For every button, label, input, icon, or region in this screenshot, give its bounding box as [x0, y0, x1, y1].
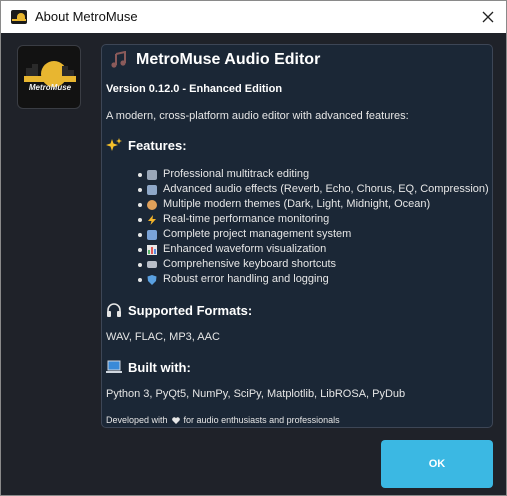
- sparkles-icon: [106, 138, 122, 151]
- features-list: Professional multitrack editing Advanced…: [138, 167, 489, 287]
- formats-text: WAV, FLAC, MP3, AAC: [106, 331, 220, 343]
- app-name: MetroMuse Audio Editor: [136, 51, 321, 68]
- laptop-icon: [106, 360, 122, 373]
- music-note-icon: [111, 51, 126, 68]
- list-item: Robust error handling and logging: [138, 272, 489, 287]
- window-title: About MetroMuse: [35, 9, 138, 24]
- ok-button[interactable]: OK: [381, 440, 493, 488]
- version-text: Version 0.12.0 - Enhanced Edition: [106, 83, 283, 95]
- about-panel: MetroMuse Audio Editor Version 0.12.0 - …: [101, 44, 493, 428]
- logo-text: MetroMuse: [28, 83, 72, 92]
- palette-icon: [147, 199, 157, 210]
- list-item: Advanced audio effects (Reverb, Echo, Ch…: [138, 182, 489, 197]
- metromuse-logo: MetroMuse: [17, 45, 81, 109]
- close-icon: [482, 11, 494, 23]
- formats-heading: Supported Formats:: [106, 302, 252, 318]
- heart-icon: [171, 416, 180, 424]
- bar-chart-icon: [147, 244, 157, 255]
- app-title: MetroMuse Audio Editor: [110, 51, 320, 69]
- app-icon: [11, 10, 27, 24]
- built-text: Python 3, PyQt5, NumPy, SciPy, Matplotli…: [106, 388, 406, 400]
- features-heading-label: Features:: [128, 137, 187, 153]
- control-knobs-icon: [147, 184, 157, 195]
- built-heading: Built with:: [106, 359, 191, 375]
- list-item: Complete project management system: [138, 227, 489, 242]
- logo-image: [24, 61, 76, 87]
- built-heading-label: Built with:: [128, 359, 191, 375]
- list-item: Professional multitrack editing: [138, 167, 489, 182]
- footer-text: Developed with for audio enthusiasts and…: [106, 415, 340, 425]
- lightning-icon: [147, 214, 157, 225]
- list-item: Enhanced waveform visualization: [138, 242, 489, 257]
- close-button[interactable]: [476, 5, 500, 29]
- shield-icon: [147, 274, 157, 285]
- title-bar: About MetroMuse: [1, 1, 506, 33]
- description-text: A modern, cross-platform audio editor wi…: [106, 110, 409, 122]
- list-item: Real-time performance monitoring: [138, 212, 489, 227]
- list-item: Comprehensive keyboard shortcuts: [138, 257, 489, 272]
- headphones-icon: [107, 303, 121, 317]
- floppy-disk-icon: [147, 229, 157, 240]
- about-dialog: About MetroMuse MetroMuse MetroMuse Audi…: [0, 0, 507, 496]
- features-heading: Features:: [106, 137, 187, 153]
- list-item: Multiple modern themes (Dark, Light, Mid…: [138, 197, 489, 212]
- formats-heading-label: Supported Formats:: [128, 302, 253, 318]
- keyboard-icon: [147, 261, 157, 268]
- film-frames-icon: [147, 169, 157, 180]
